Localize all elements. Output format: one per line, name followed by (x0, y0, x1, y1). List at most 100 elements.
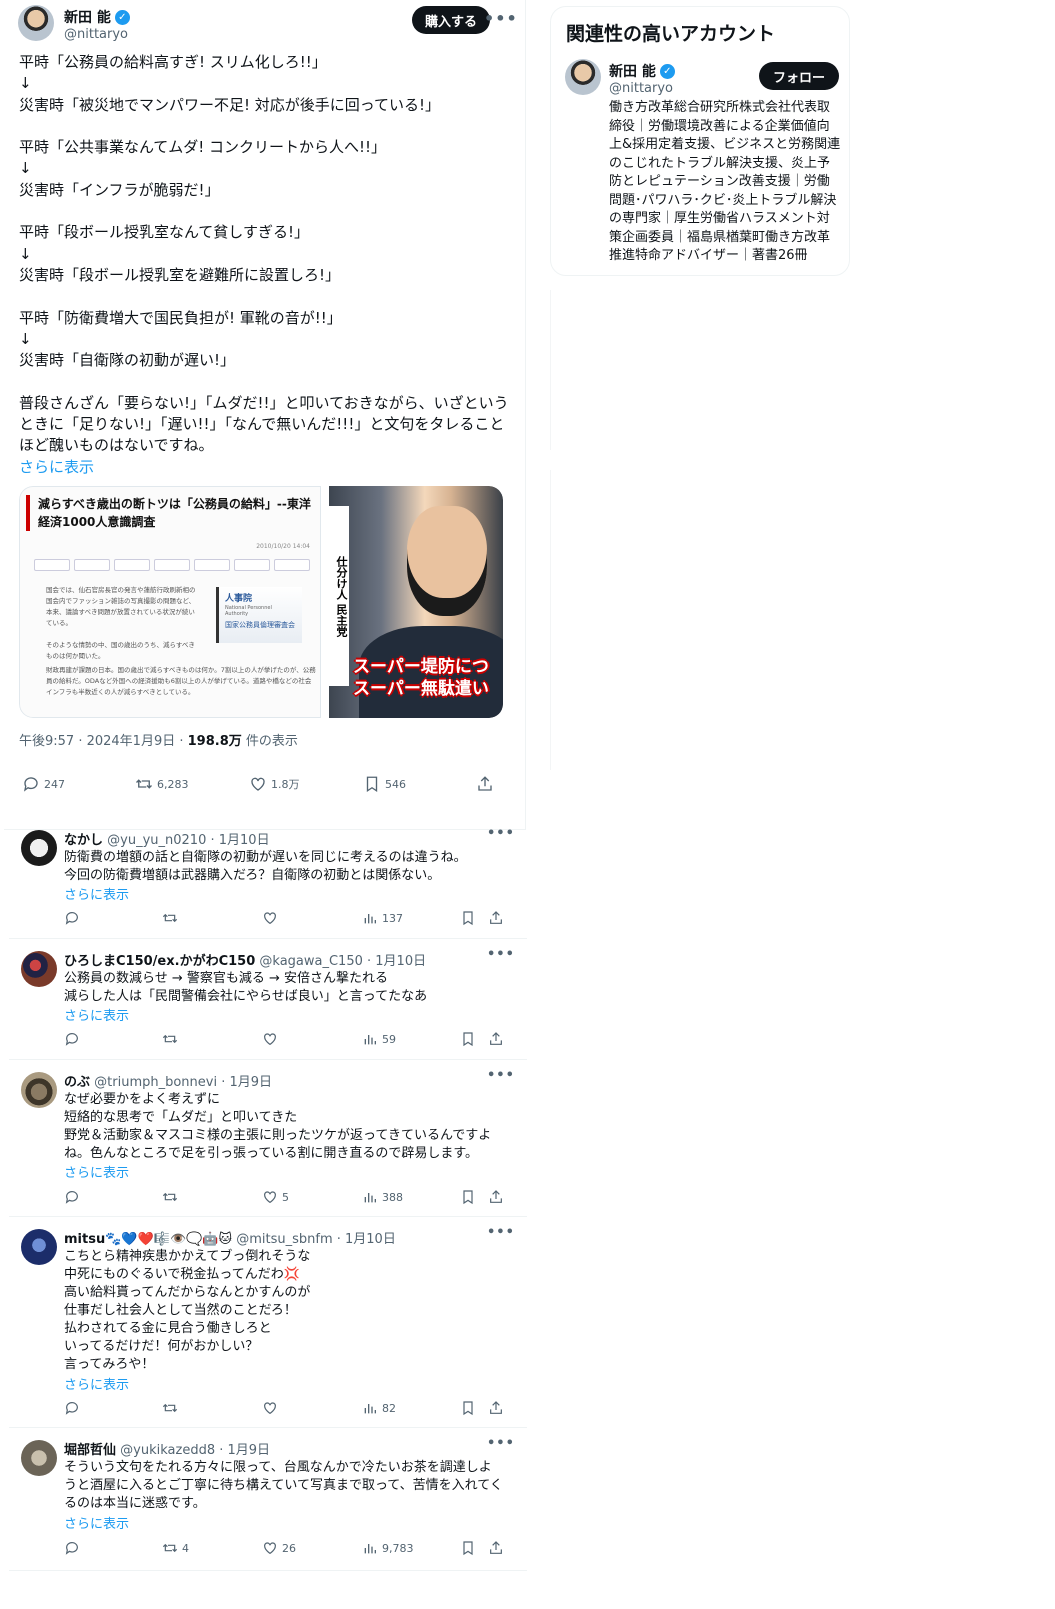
reply-button[interactable] (64, 1189, 80, 1205)
bookmark-button[interactable] (460, 1189, 476, 1205)
reply-button[interactable] (64, 910, 80, 926)
author-name-text[interactable]: 新田 能 (64, 7, 111, 27)
rec-avatar[interactable] (565, 59, 601, 95)
reply-item[interactable]: 堀部哲仙 @yukikazedd8 · 1月9日 ••• そういう文句をたれる方… (9, 1428, 527, 1571)
more-icon[interactable]: ••• (487, 1436, 515, 1451)
bookmark-button[interactable] (460, 1540, 476, 1556)
like-button[interactable]: 5 (262, 1189, 289, 1205)
reply-button[interactable] (64, 1540, 80, 1556)
show-more-link[interactable]: さらに表示 (64, 1005, 129, 1024)
more-icon[interactable]: ••• (487, 1225, 515, 1240)
rec-handle[interactable]: @nittaryo (609, 81, 673, 96)
reply-header: ひろしまC150/ex.かがわC150 @kagawa_C150 · 1月10日 (64, 950, 426, 969)
retweet-button[interactable] (162, 1031, 182, 1047)
reply-name[interactable]: 堀部哲仙 (64, 1443, 116, 1458)
like-button[interactable] (262, 1400, 282, 1416)
like-button[interactable] (262, 1031, 282, 1047)
like-button[interactable] (262, 910, 282, 926)
views-button[interactable]: 9,783 (362, 1540, 414, 1556)
reply-date[interactable]: · 1月9日 (219, 1443, 270, 1458)
like-button[interactable]: 26 (262, 1540, 296, 1556)
author-name[interactable]: 新田 能 ✓ (64, 7, 130, 27)
share-button[interactable] (488, 1540, 504, 1556)
bookmark-icon (463, 1032, 473, 1047)
person-face (407, 506, 487, 616)
views-icon (364, 1035, 376, 1045)
share-button[interactable] (488, 1189, 504, 1205)
share-button[interactable] (488, 1031, 504, 1047)
more-icon[interactable]: ••• (487, 947, 515, 962)
reply-button[interactable]: 247 (22, 775, 65, 793)
show-more-link[interactable]: さらに表示 (64, 1513, 129, 1532)
show-more-link[interactable]: さらに表示 (64, 884, 129, 903)
retweet-button[interactable]: 4 (162, 1540, 189, 1556)
reply-avatar[interactable] (21, 830, 57, 866)
tweet-media[interactable]: 減らすべき歳出の断トツは「公務員の給料」--東洋経済1000人意識調査 2010… (19, 486, 503, 718)
reply-handle[interactable]: @kagawa_C150 (259, 954, 362, 969)
retweet-button[interactable] (162, 1400, 182, 1416)
show-more-link[interactable]: さらに表示 (64, 1374, 129, 1393)
reply-avatar[interactable] (21, 1229, 57, 1265)
reply-date[interactable]: · 1月10日 (211, 833, 270, 848)
reply-handle[interactable]: @mitsu_sbnfm (236, 1232, 332, 1247)
tv-screenshot-image[interactable]: 仕分け人 民主党 スーパー堤防につ スーパー無駄遣い (329, 486, 503, 718)
views-button[interactable]: 388 (362, 1189, 403, 1205)
views-button[interactable]: 137 (362, 910, 403, 926)
news-headline: 減らすべき歳出の断トツは「公務員の給料」--東洋経済1000人意識調査 (26, 495, 314, 531)
news-article-image[interactable]: 減らすべき歳出の断トツは「公務員の給料」--東洋経済1000人意識調査 2010… (19, 486, 321, 718)
reply-handle[interactable]: @triumph_bonnevi (94, 1075, 217, 1090)
bookmark-button[interactable] (460, 1400, 476, 1416)
more-icon[interactable]: ••• (487, 826, 515, 841)
reply-name[interactable]: のぶ (64, 1075, 90, 1090)
reply-date[interactable]: · 1月9日 (221, 1075, 272, 1090)
retweet-button[interactable]: 6,283 (135, 775, 189, 793)
reply-text: こちとら精神疾患かかえてブっ倒れそうな 中死にものぐるいで税金払ってんだわ💢 高… (64, 1249, 311, 1372)
rec-name-text[interactable]: 新田 能 (609, 61, 656, 81)
reply-item[interactable]: のぶ @triumph_bonnevi · 1月9日 ••• なぜ必要かをよく考… (9, 1060, 527, 1217)
reply-date[interactable]: · 1月10日 (367, 954, 426, 969)
reply-avatar[interactable] (21, 951, 57, 987)
reply-button[interactable] (64, 1400, 80, 1416)
views-icon (364, 1404, 376, 1414)
bookmark-icon (463, 1541, 473, 1556)
reply-name[interactable]: ひろしまC150/ex.かがわC150 (64, 954, 255, 969)
retweet-button[interactable] (162, 1189, 182, 1205)
share-button[interactable] (488, 1400, 504, 1416)
news-sign-title: 人事院 (225, 594, 253, 604)
reply-item[interactable]: mitsu🐾💙❤️🎼👁️🗨️🤖🐱 @mitsu_sbnfm · 1月10日 ••… (9, 1217, 527, 1428)
more-icon[interactable]: ••• (487, 1068, 515, 1083)
reply-name[interactable]: なかし (64, 833, 103, 848)
reply-button[interactable] (64, 1031, 80, 1047)
share-button[interactable] (488, 910, 504, 926)
rec-bio: 働き方改革総合研究所株式会社代表取締役｜労働環境改善による企業価値向上&採用定着… (609, 100, 841, 263)
more-icon[interactable]: ••• (484, 9, 518, 28)
views-button[interactable]: 59 (362, 1031, 396, 1047)
reply-avatar[interactable] (21, 1072, 57, 1108)
tweet-time[interactable]: 午後9:57 · 2024年1月9日 · (19, 734, 188, 749)
bookmark-button[interactable] (460, 1031, 476, 1047)
reply-handle[interactable]: @yu_yu_n0210 (107, 833, 206, 848)
share-button[interactable] (476, 775, 494, 793)
buy-button[interactable]: 購入する (412, 6, 490, 34)
reply-name[interactable]: mitsu (64, 1232, 105, 1247)
bookmark-button[interactable]: 546 (363, 775, 406, 793)
reply-item[interactable]: ひろしまC150/ex.かがわC150 @kagawa_C150 · 1月10日… (9, 939, 527, 1060)
show-more-link[interactable]: さらに表示 (64, 1162, 129, 1181)
retweet-button[interactable] (162, 910, 182, 926)
reply-text: 防衛費の増額の話と自衛隊の初動が遅いを同じに考えるのは違うね。 今回の防衛費増額… (64, 850, 467, 883)
reply-handle[interactable]: @yukikazedd8 (120, 1443, 215, 1458)
reply-avatar[interactable] (21, 1440, 57, 1476)
views-icon (364, 1193, 376, 1203)
reply-item[interactable]: なかし @yu_yu_n0210 · 1月10日 ••• 防衛費の増額の話と自衛… (9, 818, 527, 939)
news-sign-sub2: 国家公務員倫理審査会 (225, 621, 295, 629)
show-more-link[interactable]: さらに表示 (19, 456, 94, 477)
rec-name[interactable]: 新田 能 ✓ (609, 61, 675, 81)
like-button[interactable]: 1.8万 (249, 775, 300, 793)
views-button[interactable]: 82 (362, 1400, 396, 1416)
author-handle[interactable]: @nittaryo (64, 27, 128, 42)
sidebar-title: 関連性の高いアカウント (566, 23, 776, 45)
bookmark-button[interactable] (460, 910, 476, 926)
reply-date[interactable]: · 1月10日 (337, 1232, 396, 1247)
author-avatar[interactable] (18, 5, 54, 41)
follow-button[interactable]: フォロー (759, 62, 839, 90)
